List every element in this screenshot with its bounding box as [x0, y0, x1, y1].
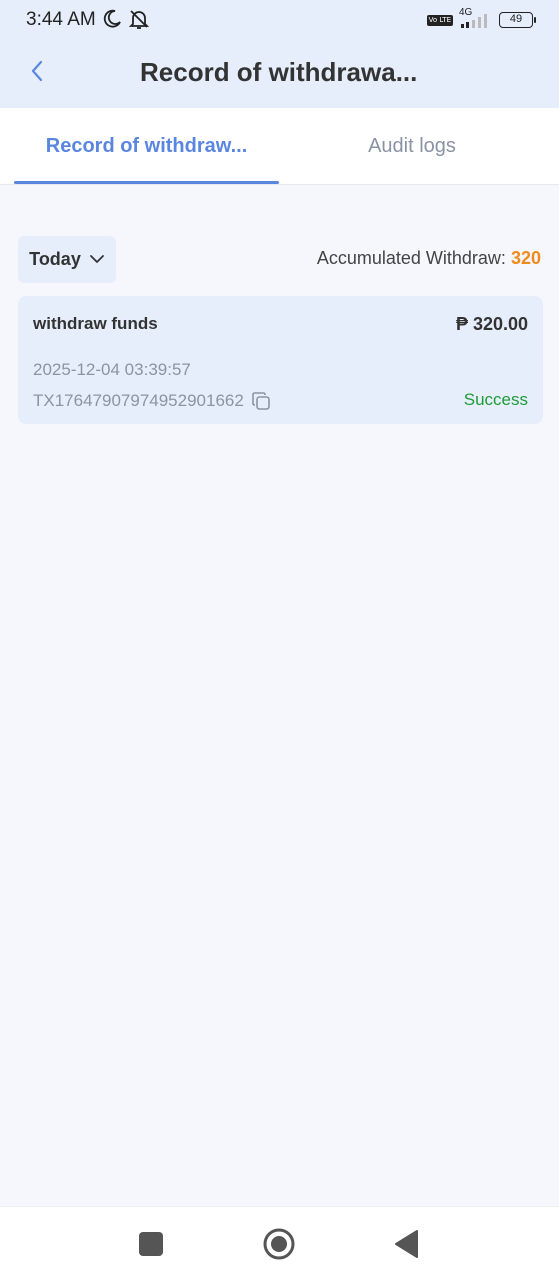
status-time: 3:44 AM: [26, 9, 96, 30]
signal-icon: 4G: [459, 7, 493, 30]
record-tx-id: TX17647907974952901662: [33, 391, 244, 410]
date-filter-label: Today: [29, 249, 81, 269]
status-right-icons: Vo LTE 4G 49: [426, 7, 536, 30]
record-transaction: TX17647907974952901662: [33, 390, 272, 412]
battery-icon: 49: [499, 12, 536, 28]
record-title: withdraw funds: [33, 314, 158, 333]
status-bar: 3:44 AM Vo LTE 4G 49: [0, 0, 559, 40]
moon-icon: [102, 9, 122, 34]
system-nav-bar: [0, 1206, 559, 1280]
tab-audit-logs[interactable]: Audit logs: [279, 108, 545, 185]
date-filter-dropdown[interactable]: Today: [18, 236, 116, 283]
chevron-left-icon: [30, 60, 44, 87]
record-amount: ₱ 320.00: [455, 314, 528, 334]
withdraw-record-card[interactable]: withdraw funds ₱ 320.00 2025-12-04 03:39…: [18, 296, 543, 424]
bell-off-icon: [128, 8, 150, 35]
status-left-icons: [102, 8, 150, 35]
accumulated-withdraw: Accumulated Withdraw: 320: [317, 248, 541, 269]
app-header: Record of withdrawa...: [0, 40, 559, 108]
copy-icon[interactable]: [250, 390, 272, 412]
chevron-down-icon: [89, 251, 105, 269]
recents-button[interactable]: [139, 1232, 163, 1256]
home-button[interactable]: [262, 1227, 296, 1261]
tab-record-of-withdraw[interactable]: Record of withdraw...: [14, 108, 279, 185]
nav-back-button[interactable]: [393, 1229, 419, 1259]
record-date: 2025-12-04 03:39:57: [33, 360, 191, 379]
accumulated-value: 320: [510, 248, 541, 268]
accumulated-label: Accumulated Withdraw:: [316, 248, 506, 268]
record-status: Success: [463, 390, 528, 409]
tab-bar: Record of withdraw... Audit logs: [0, 108, 559, 185]
page-title: Record of withdrawa...: [140, 57, 418, 87]
active-tab-indicator: [14, 181, 279, 184]
volte-icon: Vo LTE: [426, 14, 453, 26]
back-button[interactable]: [22, 58, 52, 88]
